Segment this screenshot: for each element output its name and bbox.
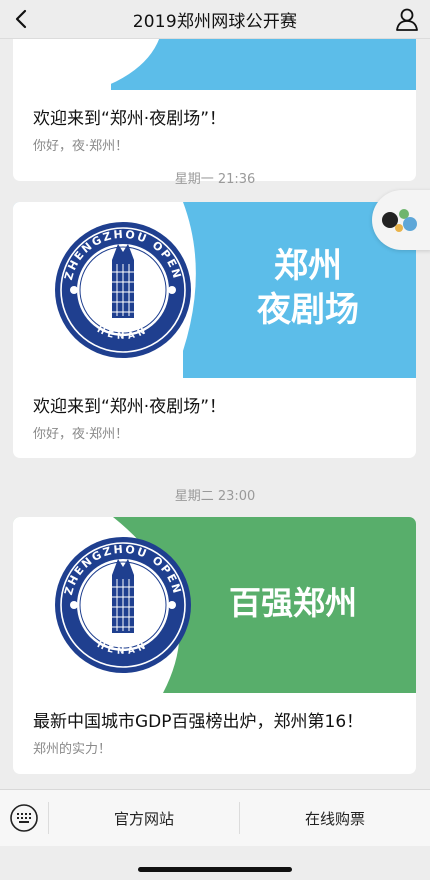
keyboard-toggle[interactable] [0, 790, 48, 846]
article-cover [13, 38, 416, 90]
article-subtitle: 你好，夜·郑州！ [33, 427, 129, 442]
message-timestamp: 星期二 23:00 [174, 489, 256, 504]
cover-headline: 百强郑州 [228, 584, 357, 622]
article-cover: ZHENGZHOU OPEN HENAN 郑州 夜剧场 [13, 202, 416, 378]
zhengzhou-open-logo: ZHENGZHOU OPEN HENAN [55, 537, 191, 673]
article-card[interactable]: 欢迎来到“郑州·夜剧场”！ 你好，夜·郑州！ [13, 38, 416, 181]
zhengzhou-open-logo: ZHENGZHOU OPEN HENAN [55, 222, 191, 358]
page-title: 2019郑州网球公开赛 [132, 11, 298, 32]
article-subtitle: 你好，夜·郑州！ [33, 139, 129, 154]
floating-bubble[interactable] [372, 190, 430, 250]
article-subtitle: 郑州的实力！ [33, 742, 112, 757]
menu-official-site[interactable]: 官方网站 [49, 808, 239, 829]
cover-headline: 郑州 夜剧场 [257, 246, 359, 330]
article-title: 欢迎来到“郑州·夜剧场”！ [33, 109, 227, 129]
profile-icon[interactable] [394, 6, 420, 32]
keyboard-icon [10, 804, 38, 832]
back-arrow-icon[interactable] [10, 7, 34, 31]
top-bar: 2019郑州网球公开赛 [0, 0, 430, 39]
bottom-menu-bar: 官方网站 在线购票 [0, 789, 430, 846]
message-timestamp: 星期一 21:36 [174, 172, 256, 187]
message-list[interactable]: 欢迎来到“郑州·夜剧场”！ 你好，夜·郑州！ 星期一 21:36 ZHENGZH… [0, 38, 430, 788]
home-indicator[interactable] [138, 867, 292, 872]
article-cover: ZHENGZHOU OPEN HENAN 百强郑州 [13, 517, 416, 693]
article-title: 最新中国城市GDP百强榜出炉，郑州第16！ [33, 712, 364, 732]
article-title: 欢迎来到“郑州·夜剧场”！ [33, 397, 227, 417]
article-card[interactable]: ZHENGZHOU OPEN HENAN 郑州 夜剧场 欢迎来到“郑州·夜剧场”… [13, 202, 416, 458]
mascot-icon [382, 209, 417, 232]
article-card[interactable]: ZHENGZHOU OPEN HENAN 百强郑州 最新中国城市GDP百强榜出炉… [13, 517, 416, 774]
menu-buy-tickets[interactable]: 在线购票 [240, 808, 430, 829]
